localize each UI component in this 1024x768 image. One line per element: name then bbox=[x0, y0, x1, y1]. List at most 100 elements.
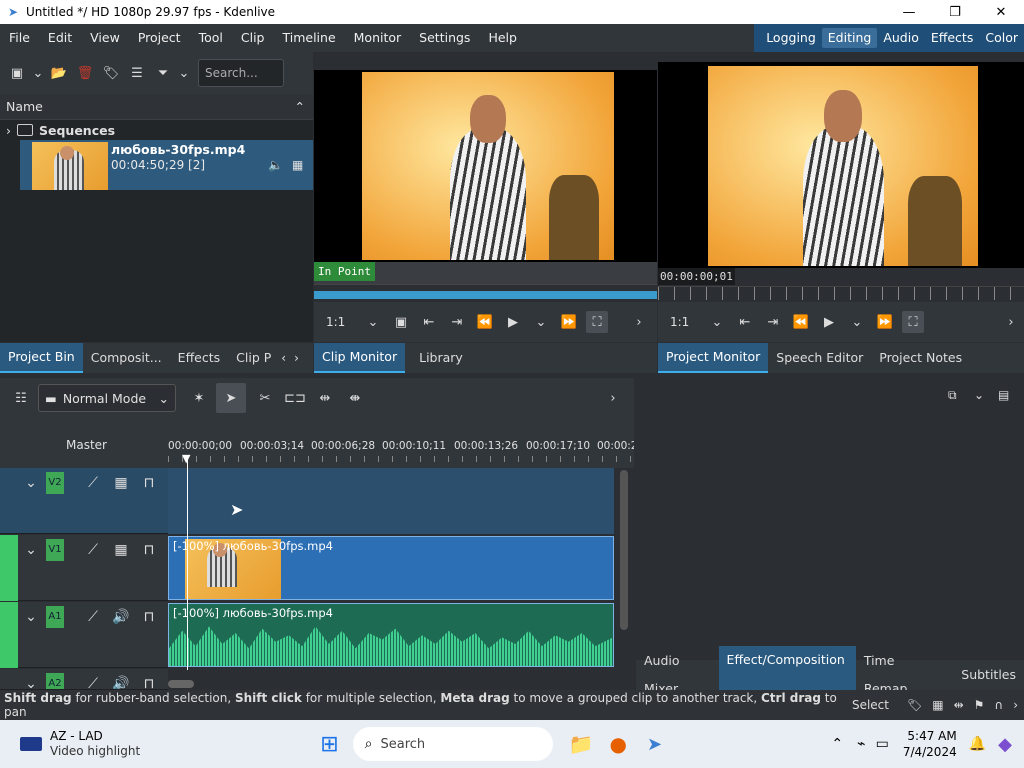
chevron-down-icon[interactable]: ⌄ bbox=[32, 62, 44, 84]
horizontal-scrollbar[interactable] bbox=[168, 680, 194, 688]
collapse-track-icon[interactable]: ⌄ bbox=[20, 539, 42, 561]
compare-icon[interactable]: ⧉ bbox=[948, 388, 957, 403]
razor-tool-icon[interactable]: ✂ bbox=[254, 387, 276, 409]
play-icon[interactable]: ▶ bbox=[818, 311, 840, 333]
news-widget[interactable]: AZ - LAD Video highlight bbox=[50, 729, 140, 759]
chevron-down-icon[interactable]: ⌄ bbox=[846, 311, 868, 333]
chevron-right-icon[interactable]: › bbox=[6, 123, 11, 138]
file-explorer-icon[interactable]: 📁 bbox=[569, 732, 594, 756]
timeline-audio-clip[interactable]: [-100%] любовь-30fps.mp4 bbox=[168, 603, 614, 667]
taskbar-search[interactable]: ⌕ Search bbox=[352, 727, 553, 761]
zoom-select[interactable]: 1:1 bbox=[326, 315, 356, 329]
workspace-editing[interactable]: Editing bbox=[821, 28, 878, 48]
effects-wand-icon[interactable]: ⟋ bbox=[82, 472, 104, 494]
project-monitor-ruler[interactable] bbox=[658, 286, 1024, 300]
play-icon[interactable]: ▶ bbox=[502, 311, 524, 333]
timeline-video-clip[interactable]: [-100%] любовь-30fps.mp4 bbox=[168, 536, 614, 600]
set-in-icon[interactable]: ⇤ bbox=[734, 311, 756, 333]
set-out-icon[interactable]: ⇥ bbox=[762, 311, 784, 333]
firefox-icon[interactable]: ● bbox=[610, 732, 627, 756]
forward-icon[interactable]: ⏩ bbox=[558, 311, 580, 333]
lock-icon[interactable]: ⊓ bbox=[138, 673, 160, 689]
set-zone-icon[interactable]: ▣ bbox=[390, 311, 412, 333]
workspace-audio[interactable]: Audio bbox=[877, 28, 925, 48]
collapse-icon[interactable]: ⌃ bbox=[295, 99, 305, 114]
bin-clip-item[interactable]: любовь-30fps.mp4 00:04:50;29 [2] 🔈 ▦ bbox=[20, 140, 313, 190]
chevron-right-icon[interactable]: › bbox=[294, 351, 299, 365]
speaker-icon[interactable]: 🔊 bbox=[110, 673, 132, 689]
track-header-v1[interactable]: ⌄ V1 ⟋ ▦ ⊓ bbox=[0, 535, 168, 601]
menu-tool[interactable]: Tool bbox=[190, 24, 232, 52]
effects-wand-icon[interactable]: ⟋ bbox=[82, 673, 104, 689]
chevron-left-icon[interactable]: ‹ bbox=[281, 351, 286, 365]
chevron-down-icon[interactable]: ⌄ bbox=[974, 388, 984, 402]
close-button[interactable]: ✕ bbox=[978, 0, 1024, 24]
settings-sliders-icon[interactable]: ☷ bbox=[10, 387, 32, 409]
tab-clip-properties[interactable]: Clip P bbox=[228, 344, 279, 372]
bell-icon[interactable]: 🔔 bbox=[969, 736, 986, 752]
timeline-ruler[interactable]: 00:00:00;00 00:00:03;14 00:00:06;28 00:0… bbox=[168, 428, 634, 468]
tag-icon[interactable]: 🏷 bbox=[100, 62, 122, 84]
minimize-button[interactable]: — bbox=[886, 0, 932, 24]
ripple-tool-icon[interactable]: ⇹ bbox=[314, 387, 336, 409]
menu-timeline[interactable]: Timeline bbox=[273, 24, 344, 52]
maximize-button[interactable]: ❐ bbox=[932, 0, 978, 24]
flag-icon[interactable]: ⚑ bbox=[974, 698, 985, 712]
chevron-right-icon[interactable]: › bbox=[1013, 698, 1018, 712]
chevron-down-icon[interactable]: ⌄ bbox=[706, 311, 728, 333]
lock-icon[interactable]: ⊓ bbox=[138, 606, 160, 628]
tab-effects[interactable]: Effects bbox=[170, 344, 229, 372]
film-icon[interactable]: ▦ bbox=[110, 472, 132, 494]
folder-row-sequences[interactable]: › Sequences bbox=[0, 121, 313, 139]
crop-icon[interactable]: ⛶ bbox=[586, 311, 608, 333]
set-out-icon[interactable]: ⇥ bbox=[446, 311, 468, 333]
forward-icon[interactable]: ⏩ bbox=[874, 311, 896, 333]
menu-clip[interactable]: Clip bbox=[232, 24, 274, 52]
search-input[interactable]: Search... bbox=[198, 59, 284, 87]
track-header-a2[interactable]: ⌄ A2 ⟋ 🔊 ⊓ bbox=[0, 669, 168, 690]
tab-project-bin[interactable]: Project Bin bbox=[0, 343, 83, 373]
menu-edit[interactable]: Edit bbox=[39, 24, 81, 52]
save-icon[interactable]: ▤ bbox=[998, 388, 1009, 402]
project-monitor-view[interactable] bbox=[658, 62, 1024, 268]
split-icon[interactable]: ⇹ bbox=[954, 698, 964, 712]
menu-monitor[interactable]: Monitor bbox=[345, 24, 411, 52]
menu-file[interactable]: File bbox=[0, 24, 39, 52]
set-in-icon[interactable]: ⇤ bbox=[418, 311, 440, 333]
film-icon[interactable]: ▦ bbox=[932, 698, 943, 712]
tab-project-notes[interactable]: Project Notes bbox=[871, 344, 970, 372]
crop-icon[interactable]: ⛶ bbox=[902, 311, 924, 333]
folder-open-icon[interactable]: 📂 bbox=[48, 62, 70, 84]
speaker-icon[interactable]: 🔊 bbox=[110, 606, 132, 628]
select-tool-icon[interactable]: ➤ bbox=[216, 383, 246, 413]
lock-icon[interactable]: ⊓ bbox=[138, 539, 160, 561]
workspace-logging[interactable]: Logging bbox=[760, 28, 822, 48]
tab-library[interactable]: Library bbox=[405, 344, 477, 372]
chevron-up-icon[interactable]: ⌃ bbox=[831, 736, 843, 752]
rewind-icon[interactable]: ⏪ bbox=[474, 311, 496, 333]
workspace-effects[interactable]: Effects bbox=[925, 28, 980, 48]
rewind-icon[interactable]: ⏪ bbox=[790, 311, 812, 333]
tab-subtitles[interactable]: Subtitles bbox=[953, 661, 1024, 689]
tab-clip-monitor[interactable]: Clip Monitor bbox=[314, 343, 406, 373]
menu-help[interactable]: Help bbox=[479, 24, 526, 52]
film-icon[interactable]: ▦ bbox=[110, 539, 132, 561]
mode-select[interactable]: ▬ Normal Mode ⌄ bbox=[38, 384, 176, 412]
tab-compositions[interactable]: Composit... bbox=[83, 344, 170, 372]
magnet-icon[interactable]: ∩ bbox=[994, 698, 1003, 712]
chevron-right-icon[interactable]: › bbox=[1000, 311, 1022, 333]
track-header-v2[interactable]: ⌄ V2 ⟋ ▦ ⊓ bbox=[0, 468, 168, 534]
tab-speech-editor[interactable]: Speech Editor bbox=[768, 344, 871, 372]
clip-monitor-ruler[interactable] bbox=[314, 284, 657, 300]
zoom-select[interactable]: 1:1 bbox=[670, 315, 700, 329]
filter-icon[interactable]: ⏷ bbox=[152, 62, 174, 84]
bin-column-header[interactable]: Name ⌃ bbox=[0, 94, 313, 120]
add-clip-icon[interactable]: ▣ bbox=[6, 62, 28, 84]
effects-wand-icon[interactable]: ⟋ bbox=[82, 606, 104, 628]
clock[interactable]: 5:47 AM 7/4/2024 bbox=[903, 728, 957, 760]
network-icon[interactable]: ⌁ bbox=[857, 736, 865, 752]
delete-icon[interactable]: 🗑 bbox=[74, 62, 96, 84]
windows-start-icon[interactable]: ⊞ bbox=[320, 732, 338, 757]
kdenlive-taskbar-icon[interactable]: ➤ bbox=[647, 734, 662, 755]
chevron-right-icon[interactable]: › bbox=[628, 311, 650, 333]
